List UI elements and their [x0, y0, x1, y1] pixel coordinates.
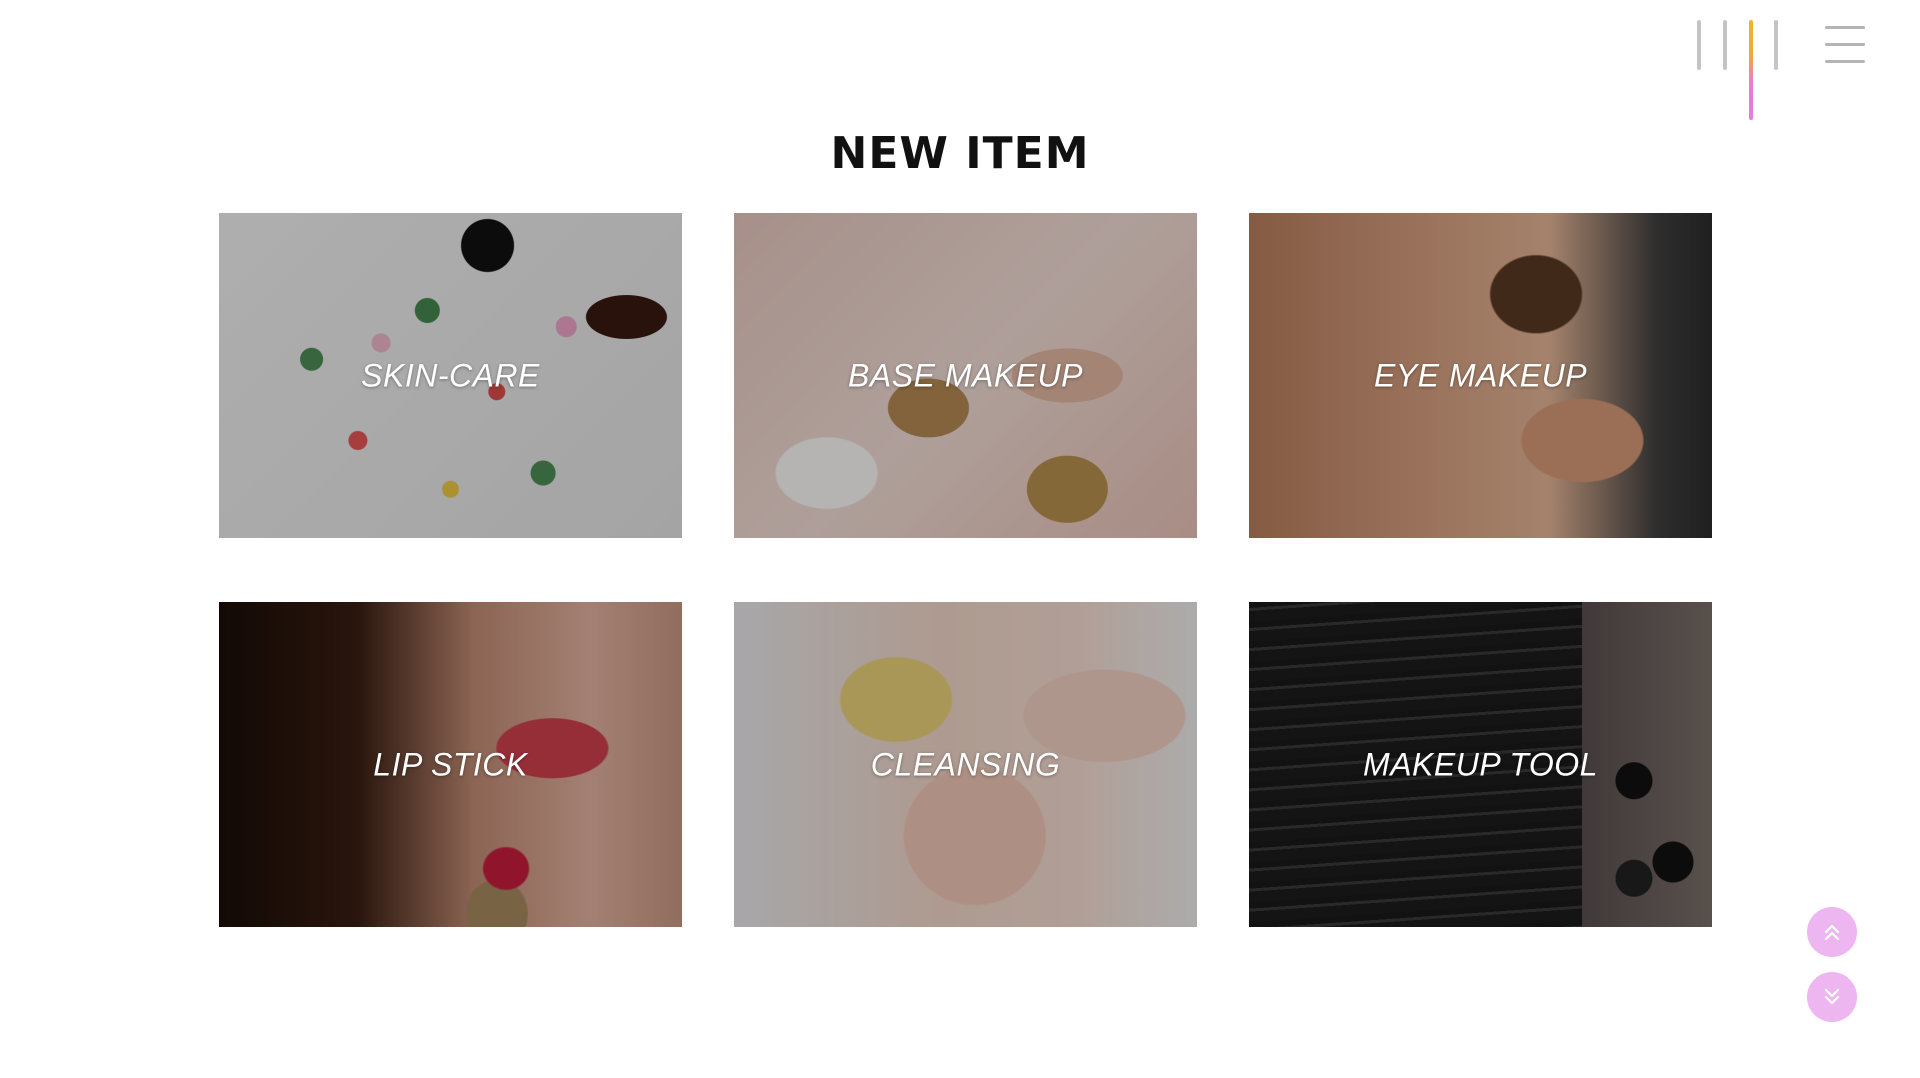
menu-bar: [1825, 60, 1865, 63]
menu-bar: [1825, 43, 1865, 46]
menu-bar: [1825, 26, 1865, 29]
category-label: MAKEUP TOOL: [1363, 746, 1598, 782]
category-card-lip-stick[interactable]: LIP STICK: [219, 602, 682, 927]
category-grid: SKIN-CARE BASE MAKEUP EYE MAKEUP LIP STI…: [219, 213, 1712, 927]
section-title: NEW ITEM: [830, 128, 1090, 179]
category-label: EYE MAKEUP: [1373, 357, 1588, 393]
page-indicator: [1697, 20, 1817, 130]
page-indicator-line-active[interactable]: [1749, 20, 1753, 120]
scroll-down-button[interactable]: [1807, 972, 1857, 1022]
category-card-skin-care[interactable]: SKIN-CARE: [219, 213, 682, 538]
category-card-cleansing[interactable]: CLEANSING: [734, 602, 1197, 927]
category-card-makeup-tool[interactable]: MAKEUP TOOL: [1249, 602, 1712, 927]
page-indicator-line[interactable]: [1697, 20, 1701, 70]
category-label: SKIN-CARE: [361, 357, 540, 393]
double-chevron-up-icon: [1824, 924, 1840, 941]
category-card-eye-makeup[interactable]: EYE MAKEUP: [1249, 213, 1712, 538]
page-indicator-line[interactable]: [1723, 20, 1727, 70]
hamburger-menu-icon[interactable]: [1825, 26, 1867, 64]
double-chevron-down-icon: [1824, 988, 1840, 1005]
category-label: LIP STICK: [373, 746, 528, 782]
category-label: CLEANSING: [870, 746, 1061, 782]
category-label: BASE MAKEUP: [848, 357, 1083, 393]
scroll-up-button[interactable]: [1807, 907, 1857, 957]
category-card-base-makeup[interactable]: BASE MAKEUP: [734, 213, 1197, 538]
page-indicator-line[interactable]: [1774, 20, 1778, 70]
